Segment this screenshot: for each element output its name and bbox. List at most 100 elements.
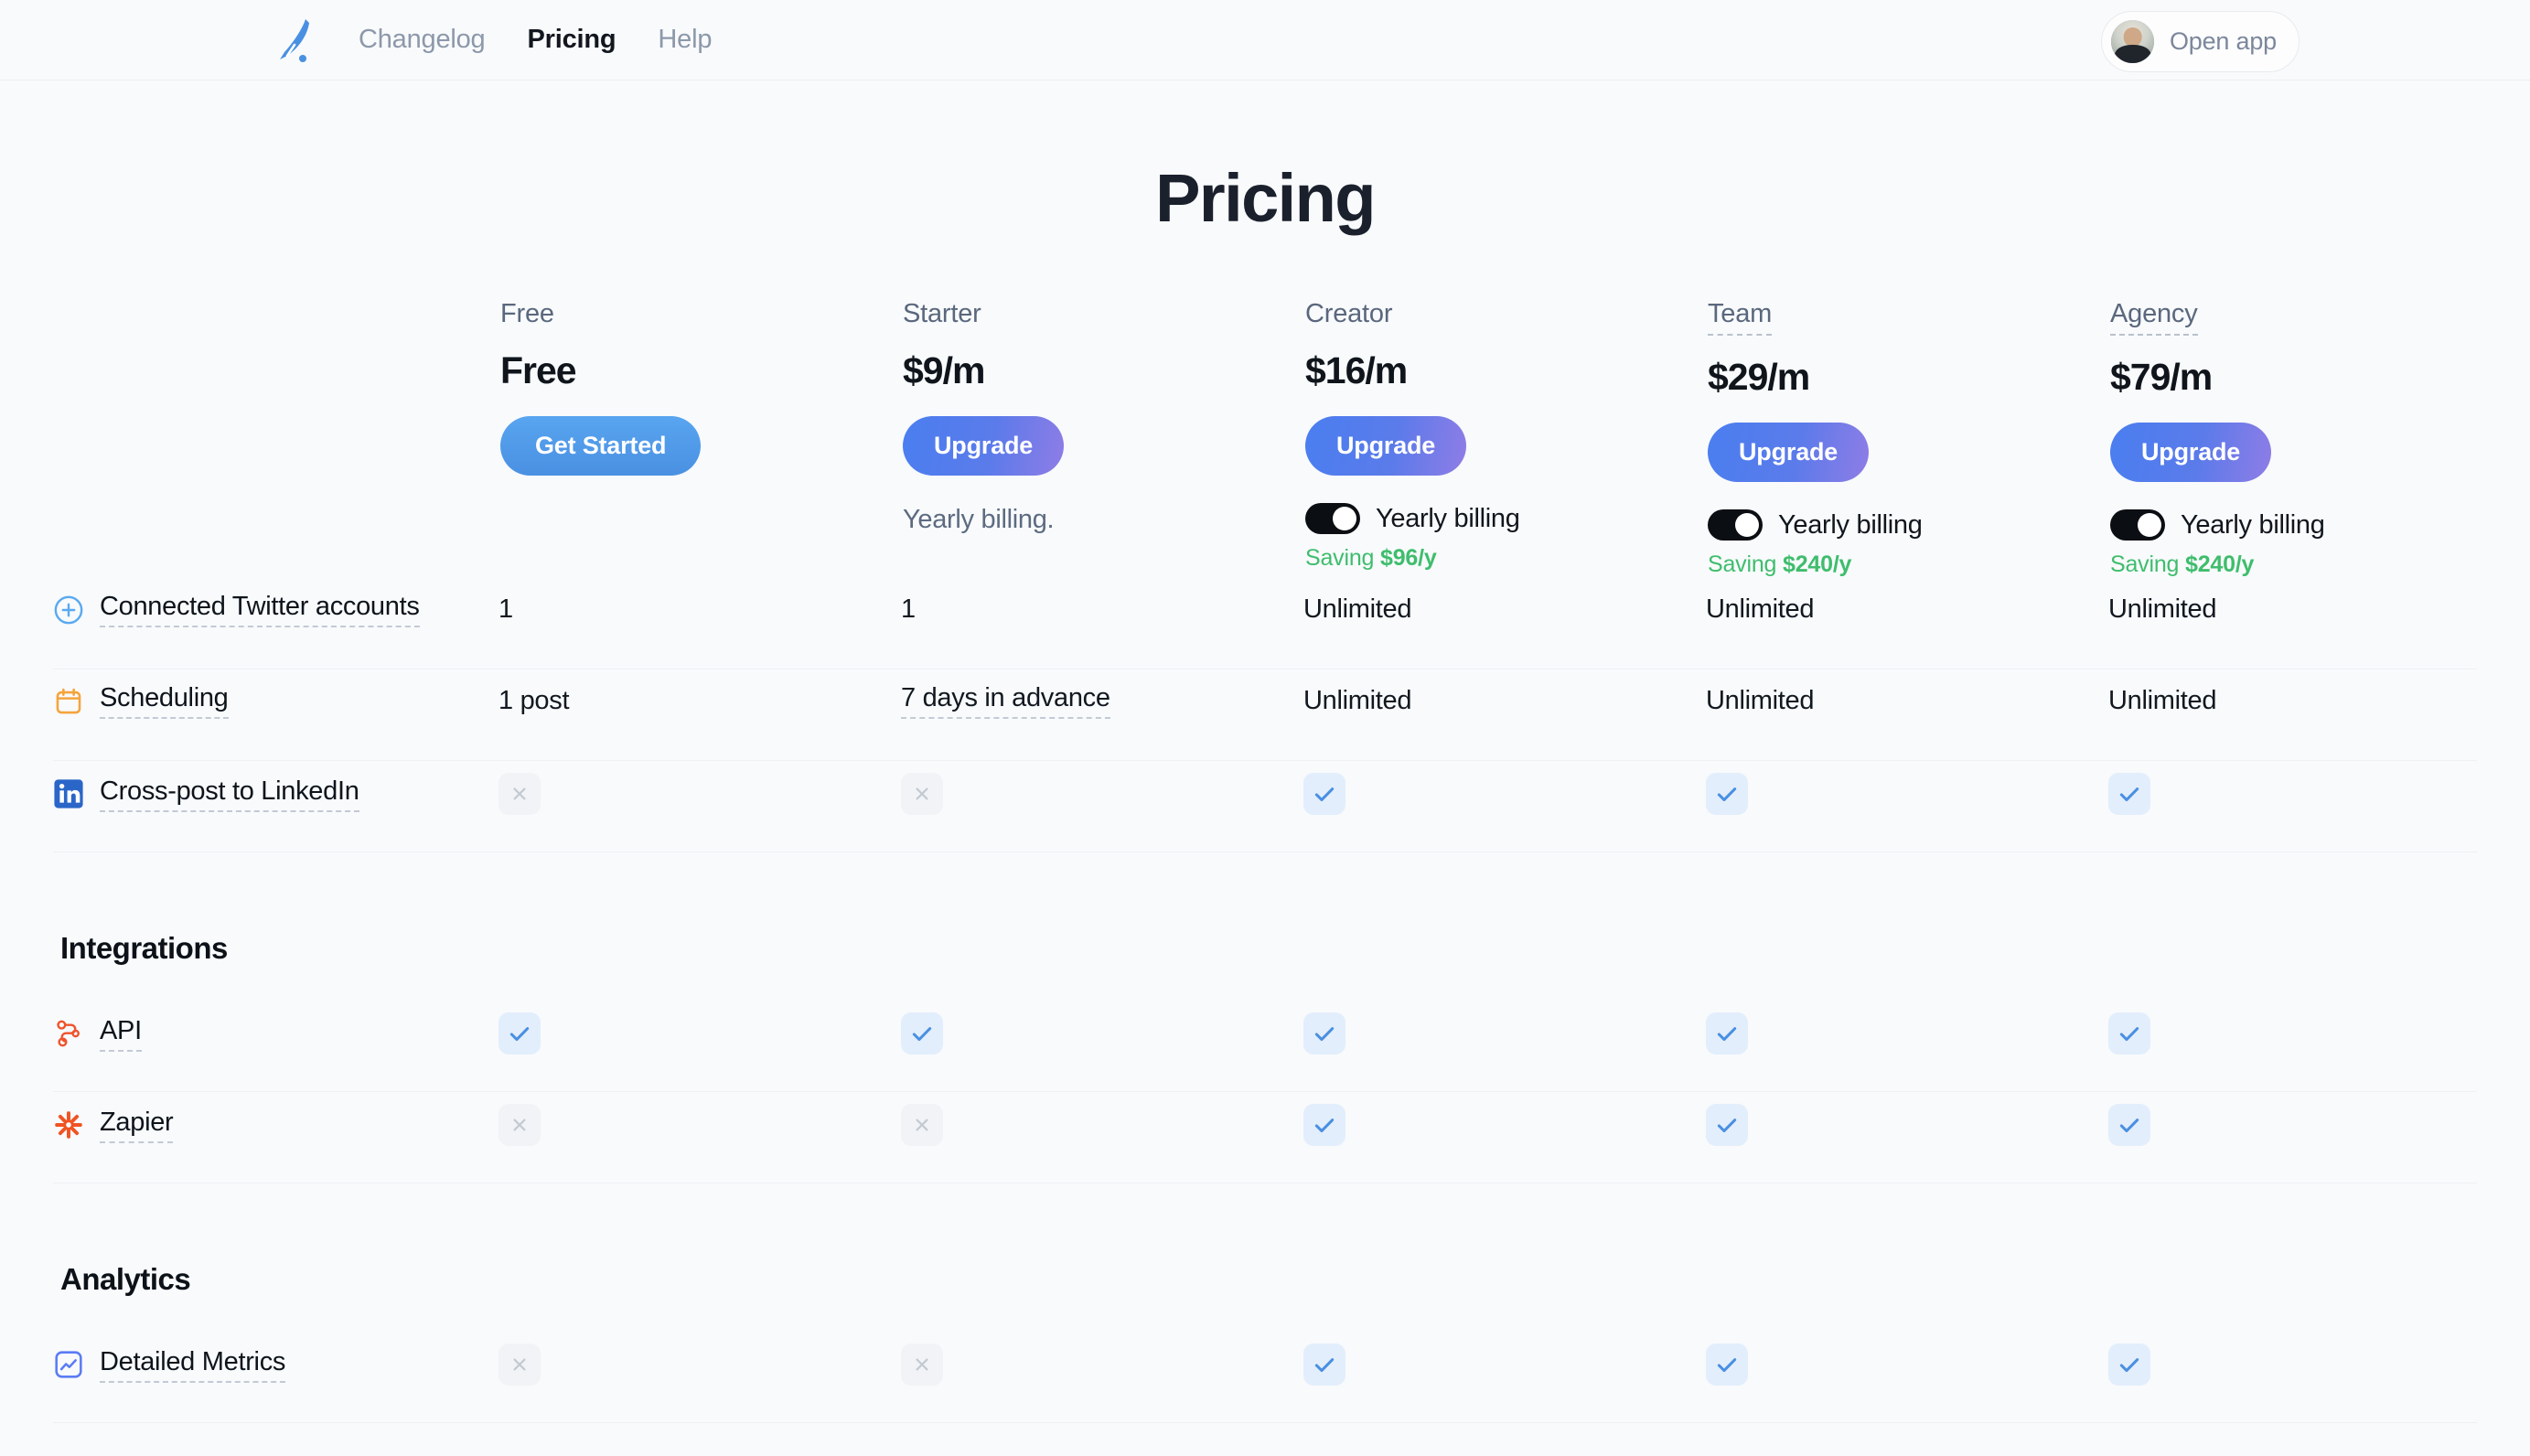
yearly-billing-toggle[interactable] [2110, 509, 2165, 541]
feature-included-mark [2108, 1104, 2150, 1147]
toggle-knob [2138, 513, 2161, 537]
feature-excluded-mark [901, 773, 943, 816]
check-icon [509, 1027, 530, 1042]
feature-value-cell [2108, 1012, 2477, 1055]
table-row: Detailed Metrics [53, 1332, 2477, 1423]
check-icon [1314, 1358, 1335, 1373]
page-title: Pricing [1155, 160, 1376, 236]
yearly-billing-label: Yearly billing [2181, 509, 2325, 540]
feature-value-cell: Unlimited [1706, 594, 2108, 625]
feature-name[interactable]: Zapier [100, 1108, 174, 1143]
feature-value-cell [901, 1012, 1303, 1055]
feature-included-mark [498, 1012, 541, 1055]
feature-included-mark [2108, 1344, 2150, 1386]
check-icon [1717, 1358, 1737, 1373]
feature-included-mark [1303, 773, 1345, 816]
saving-prefix: Saving [2110, 551, 2185, 577]
feature-value-cell: 7 days in advance [901, 683, 1303, 719]
plan-cta-button[interactable]: Upgrade [1305, 416, 1467, 476]
feature-value-cell [498, 1012, 901, 1055]
cross-icon [513, 787, 526, 800]
plan-column-agency: Agency $79/m Upgrade Yearly billing Saving $… [2108, 299, 2530, 578]
pricing-table: Free Free Get Started Starter $9/m Upgrade Yea… [0, 299, 2530, 1423]
saving-amount: $96/y [1380, 545, 1437, 571]
feather-logo-icon-svg [280, 18, 309, 62]
yearly-billing-toggle[interactable] [1305, 503, 1360, 534]
saving-prefix: Saving [1708, 551, 1783, 577]
linkedin-icon [54, 779, 83, 808]
feature-value-cell [1706, 1104, 2108, 1147]
plan-price: $9/m [903, 349, 985, 391]
section-heading: Integrations [60, 931, 228, 965]
open-app-button[interactable]: Open app [2101, 11, 2300, 72]
feature-name[interactable]: Detailed Metrics [100, 1347, 285, 1383]
plan-cta-button[interactable]: Upgrade [1708, 423, 1870, 482]
plan-column-team: Team $29/m Upgrade Yearly billing Saving $24… [1706, 299, 2108, 578]
check-icon [1717, 1027, 1737, 1042]
feature-label-cell: Connected Twitter accounts [53, 592, 498, 627]
plus-circle-icon [54, 595, 83, 624]
feature-value-cell [1303, 773, 1706, 816]
cross-icon [916, 1358, 928, 1371]
feature-name[interactable]: Cross-post to LinkedIn [100, 776, 359, 812]
feature-included-mark [1706, 1104, 1748, 1147]
feature-value[interactable]: 7 days in advance [901, 683, 1110, 719]
plan-column-free: Free Free Get Started [498, 299, 901, 476]
chart-square-icon [55, 1351, 82, 1378]
feature-value-cell [498, 773, 901, 816]
feature-label-cell: Zapier [53, 1108, 498, 1143]
feature-excluded-mark [498, 773, 541, 816]
yearly-billing-label: Yearly billing [1376, 503, 1520, 533]
feature-value-cell [901, 1104, 1303, 1147]
yearly-billing-toggle-row: Yearly billing [1305, 503, 1706, 534]
feature-value-cell: Unlimited [1303, 686, 1706, 716]
cross-icon [513, 1119, 526, 1131]
feature-included-mark [901, 1012, 943, 1055]
feature-value: 1 post [498, 686, 570, 715]
feature-value-cell: Unlimited [1303, 594, 1706, 625]
plan-name: Starter [903, 299, 981, 328]
api-nodes-icon [57, 1020, 80, 1047]
zapier-icon [55, 1111, 82, 1139]
check-icon [1717, 1119, 1737, 1133]
check-icon [1314, 1119, 1335, 1133]
feather-logo-icon[interactable] [274, 17, 316, 63]
feature-name[interactable]: Scheduling [100, 683, 229, 719]
saving-amount: $240/y [2185, 551, 2255, 577]
plan-column-creator: Creator $16/m Upgrade Yearly billing Saving … [1303, 299, 1706, 572]
feature-sections: Connected Twitter accounts 1 1 Unlimited Unl… [0, 578, 2530, 1423]
feature-name[interactable]: API [100, 1016, 142, 1052]
yearly-billing-toggle[interactable] [1708, 509, 1763, 541]
nav-link-pricing[interactable]: Pricing [528, 25, 616, 55]
plan-cta-button[interactable]: Upgrade [2110, 423, 2272, 482]
plan-cta-button[interactable]: Get Started [500, 416, 702, 476]
plan-name[interactable]: Team [1708, 299, 1772, 336]
top-navbar: Changelog Pricing Help Open app [0, 0, 2530, 80]
feature-value-cell: 1 [901, 594, 1303, 625]
saving-note: Saving $96/y [1305, 545, 1706, 572]
check-icon [912, 1027, 932, 1042]
plan-price: $29/m [1708, 356, 1810, 398]
table-row: Cross-post to LinkedIn [53, 761, 2477, 852]
feature-value-cell: 1 [498, 594, 901, 625]
feature-value-cell: Unlimited [2108, 594, 2477, 625]
feature-label-cell: Detailed Metrics [53, 1347, 498, 1383]
feature-value: Unlimited [1706, 594, 1815, 624]
table-row: Scheduling 1 post 7 days in advance Unlimit… [53, 669, 2477, 761]
nav-link-help[interactable]: Help [658, 25, 712, 55]
feature-value-cell [901, 1344, 1303, 1386]
plan-name: Free [500, 299, 554, 328]
yearly-billing-toggle-row: Yearly billing [2110, 509, 2530, 541]
plan-name[interactable]: Agency [2110, 299, 2198, 336]
toggle-knob [1735, 513, 1759, 537]
plan-price: Free [500, 349, 577, 391]
plan-cta-button[interactable]: Upgrade [903, 416, 1065, 476]
feature-value: 1 [901, 594, 916, 624]
feature-value-cell [1706, 773, 2108, 816]
feature-value-cell [498, 1104, 901, 1147]
plan-price: $79/m [2110, 356, 2213, 398]
feature-included-mark [1706, 1012, 1748, 1055]
nav-link-changelog[interactable]: Changelog [359, 25, 486, 55]
feature-name[interactable]: Connected Twitter accounts [100, 592, 420, 627]
table-row: Zapier [53, 1092, 2477, 1183]
